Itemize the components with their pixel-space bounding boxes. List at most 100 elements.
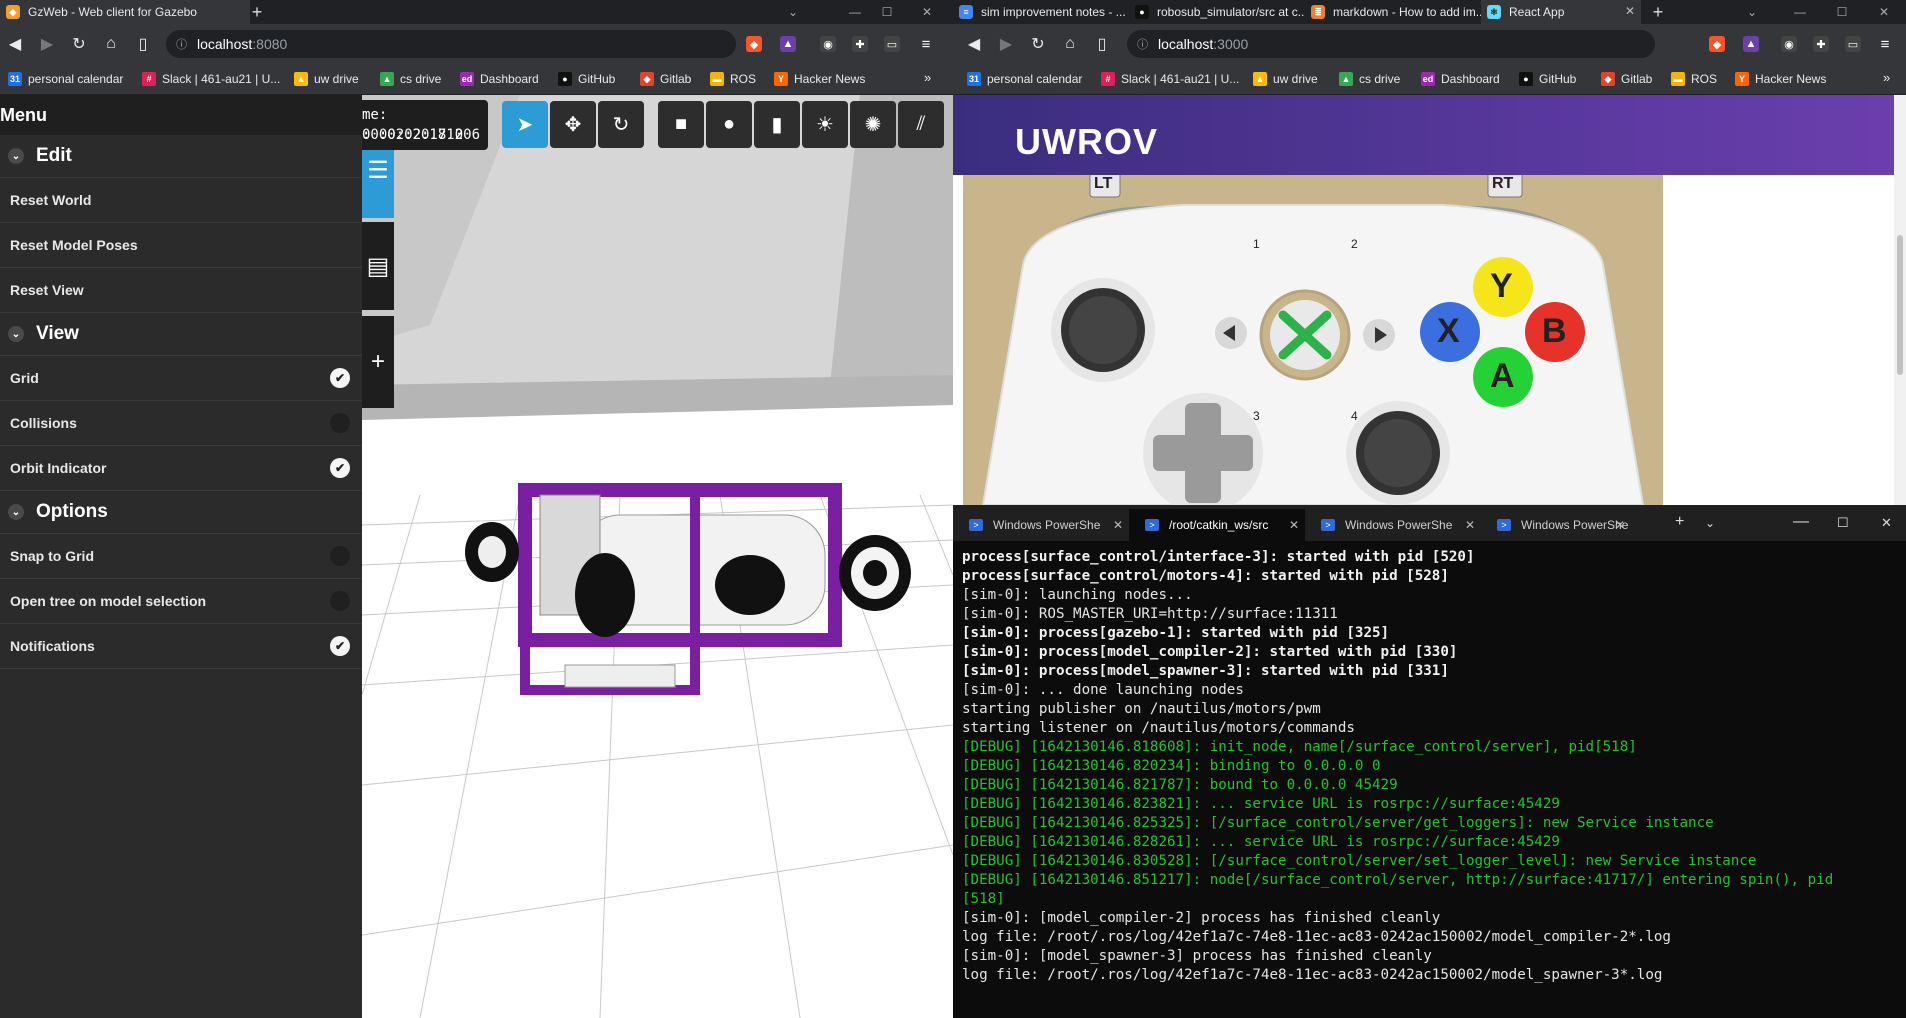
extension-icon[interactable]: ◉: [820, 36, 836, 52]
cylinder-icon[interactable]: ▮: [754, 101, 800, 148]
minimize-icon[interactable]: —: [840, 0, 870, 24]
checkbox-snap-to-grid[interactable]: [330, 546, 350, 566]
translate-icon[interactable]: ✥: [550, 101, 596, 148]
box-icon[interactable]: ■: [658, 101, 704, 148]
menu-icon[interactable]: ≡: [918, 36, 934, 53]
terminal-tab-catkin[interactable]: > /root/catkin_ws/src ✕: [1129, 509, 1305, 541]
new-tab-button[interactable]: +: [244, 0, 270, 24]
bookmark-uw-drive[interactable]: ▲ uw drive: [1253, 70, 1318, 88]
address-bar[interactable]: ⓘ localhost:3000: [1127, 30, 1655, 58]
close-window-icon[interactable]: ✕: [912, 0, 942, 24]
menu-item-snap-to-grid[interactable]: Snap to Grid: [0, 534, 362, 579]
menu-section-options[interactable]: ⌄ Options: [0, 491, 362, 534]
new-tab-button[interactable]: +: [1645, 0, 1671, 24]
tab-search-icon[interactable]: ⌄: [778, 0, 808, 24]
close-tab-icon[interactable]: ✕: [1615, 518, 1625, 532]
bookmark-slack[interactable]: # Slack | 461-au21 | U...: [142, 70, 280, 88]
maximize-icon[interactable]: ☐: [1837, 515, 1849, 531]
menu-item-open-tree[interactable]: Open tree on model selection: [0, 579, 362, 624]
tab-react-app[interactable]: ⚛ React App ✕: [1481, 0, 1641, 24]
tab-gzweb[interactable]: ◆ GzWeb - Web client for Gazebo: [0, 0, 250, 24]
checkbox-orbit-indicator[interactable]: ✔: [330, 458, 350, 478]
close-window-icon[interactable]: ✕: [1881, 515, 1892, 531]
forward-icon[interactable]: ▶: [36, 32, 58, 56]
terminal-tab-powershell-1[interactable]: > Windows PowerShe ✕: [953, 509, 1129, 541]
rotate-icon[interactable]: ↻: [598, 101, 644, 148]
menu-section-edit[interactable]: ⌄ Edit: [0, 135, 362, 178]
wallet-icon[interactable]: ▭: [1845, 36, 1861, 52]
brave-rewards-icon[interactable]: ▲: [1743, 36, 1759, 52]
bookmark-personal-calendar[interactable]: 31 personal calendar: [967, 70, 1082, 88]
home-icon[interactable]: ⌂: [1059, 32, 1081, 56]
bookmark-slack[interactable]: # Slack | 461-au21 | U...: [1101, 70, 1239, 88]
bookmark-ros[interactable]: ▬ ROS: [710, 70, 756, 88]
dropdown-chevron-icon[interactable]: ⌄: [1705, 516, 1715, 530]
back-icon[interactable]: ◀: [963, 32, 985, 56]
wallet-icon[interactable]: ▭: [884, 36, 900, 52]
bookmarks-overflow-icon[interactable]: »: [924, 70, 931, 85]
bookmark-uw-drive[interactable]: ▲ uw drive: [294, 70, 359, 88]
forward-icon[interactable]: ▶: [995, 32, 1017, 56]
minimize-icon[interactable]: —: [1785, 0, 1815, 24]
bookmark-cs-drive[interactable]: ▲ cs drive: [380, 70, 441, 88]
directional-light-icon[interactable]: ⫽: [898, 101, 944, 148]
side-tree-icon[interactable]: ▤: [362, 222, 394, 310]
sphere-icon[interactable]: ●: [706, 101, 752, 148]
terminal-tab-powershell-2[interactable]: > Windows PowerShe ✕: [1305, 509, 1481, 541]
spot-light-icon[interactable]: ✺: [850, 101, 896, 148]
menu-item-grid[interactable]: Grid ✔: [0, 356, 362, 401]
bookmark-github[interactable]: ● GitHub: [558, 70, 615, 88]
bookmark-dashboard[interactable]: ed Dashboard: [460, 70, 539, 88]
terminal-output[interactable]: process[surface_control/interface-3]: st…: [962, 548, 1902, 985]
maximize-icon[interactable]: ☐: [872, 0, 902, 24]
side-insert-icon[interactable]: +: [362, 316, 394, 408]
scrollbar-thumb[interactable]: [1897, 235, 1903, 375]
select-arrow-icon[interactable]: ➤: [502, 101, 548, 148]
brave-shield-icon[interactable]: ◆: [746, 36, 762, 52]
menu-section-view[interactable]: ⌄ View: [0, 313, 362, 356]
tab-search-icon[interactable]: ⌄: [1737, 0, 1767, 24]
bookmark-icon[interactable]: ▯: [132, 32, 154, 56]
brave-rewards-icon[interactable]: ▲: [780, 36, 796, 52]
menu-item-orbit-indicator[interactable]: Orbit Indicator ✔: [0, 446, 362, 491]
bookmark-icon[interactable]: ▯: [1091, 32, 1113, 56]
bookmarks-overflow-icon[interactable]: »: [1883, 70, 1890, 85]
extensions-puzzle-icon[interactable]: ✚: [852, 36, 868, 52]
reload-icon[interactable]: ↻: [1027, 32, 1049, 56]
brave-shield-icon[interactable]: ◆: [1709, 36, 1725, 52]
back-icon[interactable]: ◀: [4, 32, 26, 56]
checkbox-collisions[interactable]: [330, 413, 350, 433]
reload-icon[interactable]: ↻: [68, 32, 90, 56]
bookmark-github[interactable]: ● GitHub: [1519, 70, 1576, 88]
maximize-icon[interactable]: ☐: [1827, 0, 1857, 24]
close-tab-icon[interactable]: ✕: [1289, 518, 1299, 532]
a-button[interactable]: A: [1490, 357, 1515, 396]
bookmark-ros[interactable]: ▬ ROS: [1671, 70, 1717, 88]
bookmark-gitlab[interactable]: ◆ Gitlab: [1601, 70, 1652, 88]
close-window-icon[interactable]: ✕: [1869, 0, 1899, 24]
menu-item-reset-model-poses[interactable]: Reset Model Poses: [0, 223, 362, 268]
checkbox-notifications[interactable]: ✔: [330, 636, 350, 656]
minimize-icon[interactable]: —: [1793, 513, 1809, 531]
menu-item-reset-view[interactable]: Reset View: [0, 268, 362, 313]
page-scrollbar[interactable]: [1894, 95, 1906, 505]
checkbox-open-tree[interactable]: [330, 591, 350, 611]
bookmark-hacker-news[interactable]: Y Hacker News: [1735, 70, 1826, 88]
checkbox-grid[interactable]: ✔: [330, 368, 350, 388]
menu-item-collisions[interactable]: Collisions: [0, 401, 362, 446]
bookmark-personal-calendar[interactable]: 31 personal calendar: [8, 70, 123, 88]
extension-icon[interactable]: ◉: [1781, 36, 1797, 52]
tab-markdown[interactable]: ≣ markdown - How to add im...: [1305, 0, 1481, 24]
x-button[interactable]: X: [1437, 312, 1460, 351]
home-icon[interactable]: ⌂: [100, 32, 122, 56]
close-tab-icon[interactable]: ✕: [1465, 518, 1475, 532]
tab-robosub[interactable]: ● robosub_simulator/src at c...: [1129, 0, 1305, 24]
y-button[interactable]: Y: [1490, 267, 1513, 306]
extensions-puzzle-icon[interactable]: ✚: [1813, 36, 1829, 52]
menu-icon[interactable]: ≡: [1877, 36, 1893, 53]
b-button[interactable]: B: [1542, 312, 1567, 351]
terminal-tab-powershell-3[interactable]: > Windows PowerShe ✕: [1481, 509, 1631, 541]
bookmark-dashboard[interactable]: ed Dashboard: [1421, 70, 1500, 88]
bookmark-cs-drive[interactable]: ▲ cs drive: [1339, 70, 1400, 88]
new-terminal-tab-icon[interactable]: +: [1675, 513, 1684, 531]
